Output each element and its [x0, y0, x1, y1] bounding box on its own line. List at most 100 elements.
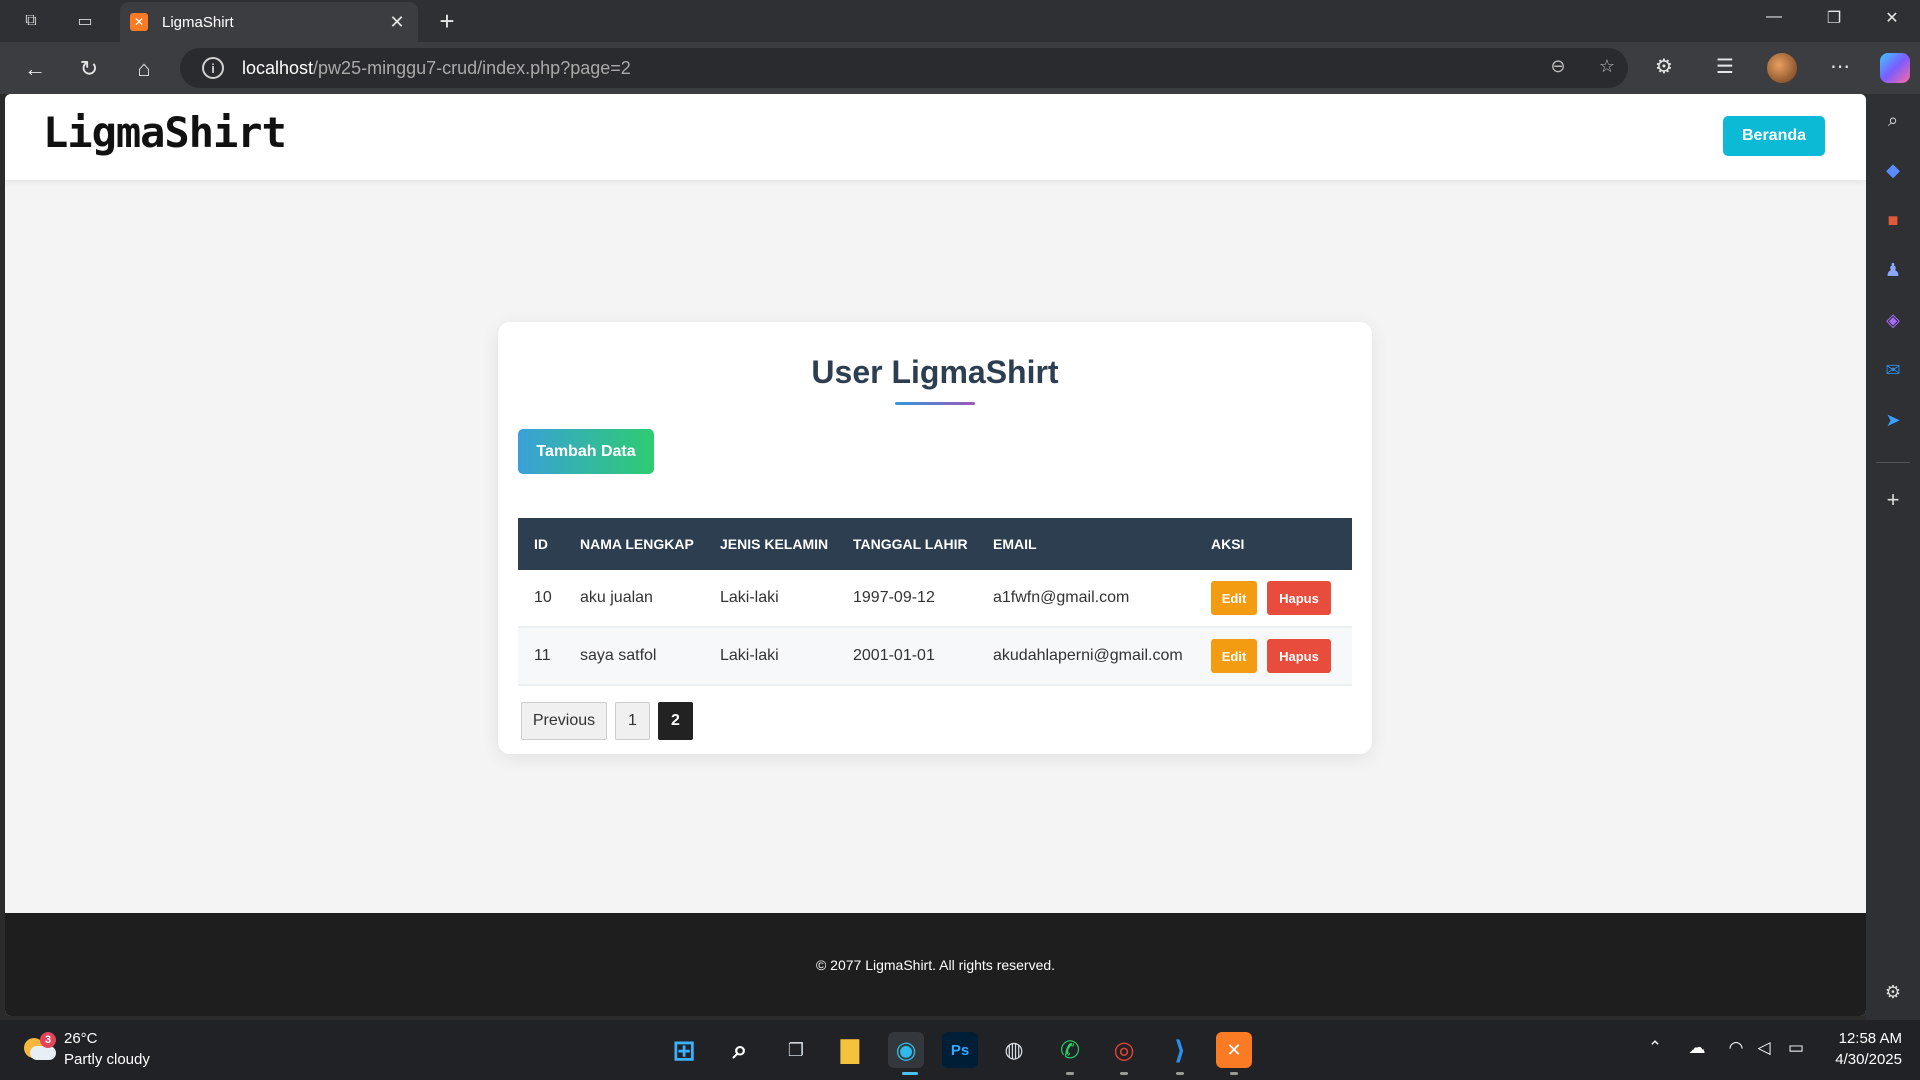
add-data-button[interactable]: Tambah Data [518, 429, 654, 474]
windows-taskbar: 3 26°C Partly cloudy ⊞ ⌕ ❐ ▇ ◉ Ps ◍ ✆ ◎ … [0, 1020, 1920, 1080]
battery-icon[interactable]: ▭ [1784, 1038, 1808, 1058]
weather-description[interactable]: Partly cloudy [64, 1051, 150, 1068]
favorite-star-icon[interactable]: ☆ [1594, 56, 1620, 77]
column-header-jenis-kelamin: JENIS KELAMIN [720, 536, 829, 552]
weather-badge: 3 [40, 1032, 56, 1048]
cell-nama: saya satfol [580, 647, 657, 664]
new-tab-button[interactable]: + [432, 6, 462, 37]
column-header-id: ID [534, 536, 548, 552]
running-indicator [1176, 1072, 1184, 1075]
table-row: 11 saya satfol Laki-laki 2001-01-01 akud… [518, 628, 1352, 686]
clock-date[interactable]: 4/30/2025 [1820, 1051, 1902, 1068]
tray-overflow-icon[interactable]: ⌃ [1643, 1038, 1667, 1058]
minimize-button[interactable]: — [1754, 8, 1794, 26]
running-indicator [1230, 1072, 1238, 1075]
photoshop-icon[interactable]: Ps [942, 1032, 978, 1068]
url-host: localhost [242, 57, 314, 78]
copilot-side-icon[interactable]: ◈ [1879, 306, 1907, 334]
clock-time[interactable]: 12:58 AM [1820, 1030, 1902, 1047]
address-bar[interactable]: i localhost/pw25-minggu7-crud/index.php?… [180, 48, 1628, 88]
cell-email: akudahlaperni@gmail.com [993, 647, 1183, 664]
games-icon[interactable]: ♟ [1879, 256, 1907, 284]
more-menu-icon[interactable]: ⋯ [1825, 54, 1855, 79]
tab-actions-icon[interactable]: ▭ [72, 9, 98, 33]
site-info-icon[interactable]: i [202, 57, 224, 79]
home-icon[interactable]: ⌂ [129, 54, 159, 84]
xampp-icon: ✕ [130, 13, 148, 31]
cell-nama: aku jualan [580, 589, 653, 606]
tools-briefcase-icon[interactable]: ■ [1879, 206, 1907, 234]
cell-aksi: Edit Hapus [1195, 581, 1352, 615]
site-footer: © 2077 LigmaShirt. All rights reserved. [5, 913, 1866, 1016]
url-path: /pw25-minggu7-crud/index.php?page=2 [313, 57, 631, 78]
previous-page-button[interactable]: Previous [521, 702, 607, 740]
wifi-icon[interactable]: ◠ [1724, 1038, 1748, 1058]
xampp-taskbar-icon[interactable]: ✕ [1216, 1032, 1252, 1068]
sidebar-settings-icon[interactable]: ⚙ [1879, 978, 1907, 1006]
page-viewport: LigmaShirt Beranda User LigmaShirt Tamba… [5, 94, 1866, 1016]
pagination: Previous 1 2 [521, 702, 701, 740]
page-2-button[interactable]: 2 [658, 702, 693, 740]
delete-button[interactable]: Hapus [1267, 639, 1331, 673]
close-window-button[interactable]: ✕ [1872, 8, 1912, 28]
weather-icon[interactable]: 3 [24, 1032, 58, 1062]
table-header: ID NAMA LENGKAP JENIS KELAMIN TANGGAL LA… [518, 518, 1352, 570]
footer-copyright: © 2077 LigmaShirt. All rights reserved. [815, 957, 1056, 973]
weather-temperature[interactable]: 26°C [64, 1030, 98, 1047]
shopping-tag-icon[interactable]: ◆ [1879, 156, 1907, 184]
windows-start-icon[interactable]: ⊞ [666, 1032, 702, 1068]
table-row: 10 aku jualan Laki-laki 1997-09-12 a1fwf… [518, 570, 1352, 628]
browser-tab-bar: ⧉ ▭ ✕ LigmaShirt ✕ + — ❐ ✕ [0, 0, 1920, 42]
taskbar-search-icon[interactable]: ⌕ [722, 1032, 758, 1068]
send-icon[interactable]: ➤ [1879, 406, 1907, 434]
restore-button[interactable]: ❐ [1814, 8, 1854, 28]
task-view-icon[interactable]: ❐ [778, 1032, 814, 1068]
extensions-icon[interactable]: ⚙ [1649, 54, 1679, 79]
page-1-button[interactable]: 1 [615, 702, 650, 740]
edit-button[interactable]: Edit [1211, 581, 1257, 615]
cell-id: 11 [534, 647, 551, 664]
beranda-button[interactable]: Beranda [1723, 116, 1825, 156]
volume-icon[interactable]: ◁ [1752, 1038, 1776, 1058]
cell-tanggal-lahir: 2001-01-01 [853, 647, 935, 664]
page-title: User LigmaShirt [811, 354, 1059, 390]
cell-aksi: Edit Hapus [1195, 639, 1352, 673]
whatsapp-icon[interactable]: ✆ [1052, 1032, 1088, 1068]
cell-jenis-kelamin: Laki-laki [720, 589, 779, 606]
cell-jenis-kelamin: Laki-laki [720, 647, 779, 664]
zoom-icon[interactable]: ⊖ [1545, 56, 1571, 77]
favorites-icon[interactable]: ☰ [1710, 54, 1740, 79]
add-sidebar-app-icon[interactable]: + [1879, 486, 1907, 514]
edge-browser-icon[interactable]: ◉ [888, 1032, 924, 1068]
delete-button[interactable]: Hapus [1267, 581, 1331, 615]
copilot-icon[interactable] [1880, 53, 1910, 83]
profile-avatar[interactable] [1767, 53, 1797, 83]
site-logo[interactable]: LigmaShirt [43, 108, 287, 157]
refresh-icon[interactable]: ↻ [74, 54, 104, 84]
app-disc-icon[interactable]: ◍ [996, 1032, 1032, 1068]
column-header-aksi: AKSI [1211, 536, 1245, 552]
address-toolbar: ← ↻ ⌂ i localhost/pw25-minggu7-crud/inde… [0, 42, 1920, 94]
running-indicator [1120, 1072, 1128, 1075]
edge-sidebar: ⌕ ◆ ■ ♟ ◈ ✉ ➤ + ⚙ [1866, 94, 1920, 1020]
edit-button[interactable]: Edit [1211, 639, 1257, 673]
cloud-icon [30, 1046, 56, 1060]
title-underline [895, 402, 975, 405]
cell-tanggal-lahir: 1997-09-12 [853, 589, 935, 606]
onedrive-icon[interactable]: ☁ [1685, 1038, 1709, 1058]
user-card: User LigmaShirt Tambah Data ID NAMA LENG… [498, 322, 1372, 754]
vscode-icon[interactable]: ⟩ [1162, 1032, 1198, 1068]
sidebar-divider [1876, 462, 1910, 463]
outlook-icon[interactable]: ✉ [1879, 356, 1907, 384]
chrome-icon[interactable]: ◎ [1106, 1032, 1142, 1068]
file-explorer-icon[interactable]: ▇ [832, 1032, 868, 1068]
back-icon[interactable]: ← [20, 54, 50, 84]
cell-id: 10 [534, 589, 552, 606]
site-header: LigmaShirt Beranda [5, 94, 1866, 180]
search-icon[interactable]: ⌕ [1879, 106, 1907, 134]
workspaces-icon[interactable]: ⧉ [18, 9, 44, 33]
cell-email: a1fwfn@gmail.com [993, 589, 1130, 606]
column-header-nama: NAMA LENGKAP [580, 536, 694, 552]
browser-tab-ligmashirt[interactable]: ✕ LigmaShirt ✕ [120, 2, 418, 42]
close-tab-icon[interactable]: ✕ [386, 12, 408, 33]
